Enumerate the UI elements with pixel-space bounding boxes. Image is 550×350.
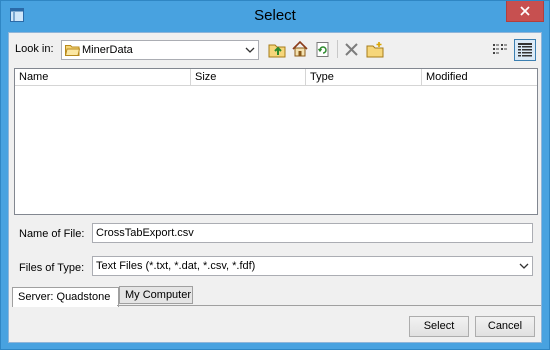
close-icon [520, 6, 530, 16]
select-button[interactable]: Select [409, 316, 469, 337]
chevron-down-icon [245, 45, 255, 55]
column-header-type[interactable]: Type [306, 69, 422, 86]
file-list[interactable]: Name Size Type Modified [14, 68, 538, 215]
dialog-body: Look in: MinerData Name Size Type Modifi… [8, 32, 542, 343]
details-view-button[interactable] [514, 39, 536, 61]
file-type-value: Text Files (*.txt, *.dat, *.csv, *.fdf) [96, 260, 256, 272]
refresh-icon[interactable] [314, 41, 332, 59]
tab-server-quadstone[interactable]: Server: Quadstone [12, 287, 119, 307]
look-in-value: MinerData [82, 44, 133, 56]
column-header-name[interactable]: Name [15, 69, 191, 86]
up-folder-icon[interactable] [268, 41, 286, 59]
delete-icon[interactable] [343, 41, 361, 59]
cancel-button[interactable]: Cancel [475, 316, 535, 337]
home-icon[interactable] [291, 40, 309, 58]
column-header-size[interactable]: Size [191, 69, 306, 86]
details-view-icon [518, 43, 532, 57]
look-in-label: Look in: [15, 43, 54, 55]
title-bar[interactable]: Select [1, 1, 549, 31]
chevron-down-icon [519, 261, 529, 271]
column-header-modified[interactable]: Modified [422, 69, 537, 86]
close-button[interactable] [506, 1, 544, 22]
files-of-type-label: Files of Type: [19, 262, 85, 274]
tab-divider [117, 305, 541, 306]
look-in-dropdown[interactable]: MinerData [61, 40, 259, 60]
name-of-file-label: Name of File: [19, 228, 85, 240]
window-title: Select [254, 7, 296, 24]
toolbar-separator [337, 40, 338, 58]
file-type-dropdown[interactable]: Text Files (*.txt, *.dat, *.csv, *.fdf) [92, 256, 533, 276]
file-list-header: Name Size Type Modified [15, 69, 537, 86]
tab-my-computer[interactable]: My Computer [119, 286, 193, 304]
list-view-icon [493, 44, 507, 54]
select-dialog: Select Look in: MinerData Name Size Type… [0, 0, 550, 350]
file-name-input[interactable]: CrossTabExport.csv [92, 223, 533, 243]
list-view-button[interactable] [490, 40, 510, 60]
folder-icon [64, 44, 81, 59]
new-folder-icon[interactable] [366, 41, 384, 59]
